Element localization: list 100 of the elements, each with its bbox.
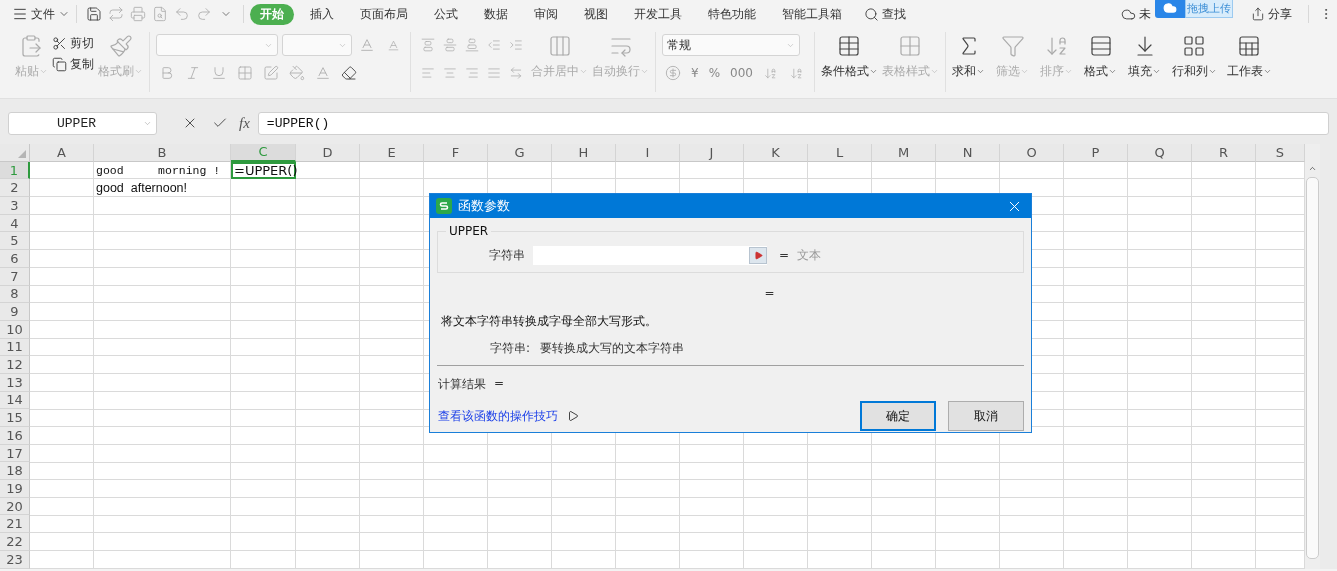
align-center-icon[interactable] (443, 66, 457, 80)
column-header[interactable]: Q (1128, 144, 1192, 162)
caret-icon (640, 67, 649, 76)
indent-increase-icon[interactable] (509, 38, 523, 52)
share-button[interactable]: 分享 (1251, 5, 1292, 23)
column-header[interactable]: S (1256, 144, 1305, 162)
font-name-field[interactable] (156, 34, 278, 56)
cut-button[interactable]: 剪切 (52, 36, 94, 51)
column-header[interactable]: G (488, 144, 552, 162)
distribute-icon[interactable] (509, 66, 523, 80)
cancel-button[interactable]: 取消 (948, 401, 1024, 431)
row-header[interactable]: 22 (0, 533, 30, 551)
justify-icon[interactable] (487, 66, 501, 80)
align-bottom-icon[interactable] (465, 38, 479, 52)
ribbon-tab[interactable]: 开发工具 (624, 3, 692, 25)
caret-icon (1108, 67, 1118, 76)
bold-icon[interactable] (159, 65, 175, 81)
fill-down-button[interactable]: 填充 (1127, 32, 1162, 79)
column-header[interactable]: O (1000, 144, 1064, 162)
row-header[interactable]: 19 (0, 480, 30, 498)
number-format-button[interactable]: ¥ (688, 66, 702, 80)
column-header[interactable]: N (936, 144, 1000, 162)
row-header[interactable]: 21 (0, 515, 30, 534)
row-header[interactable]: 12 (0, 356, 30, 374)
preview-icon[interactable] (152, 6, 168, 22)
row-header[interactable]: 2 (0, 179, 30, 198)
ribbon-tab[interactable]: 智能工具箱 (772, 3, 852, 25)
ribbon-tab[interactable]: 视图 (574, 3, 618, 25)
undo-icon[interactable] (174, 6, 190, 22)
column-header[interactable]: D (296, 144, 360, 162)
ribbon-tab[interactable]: 插入 (300, 3, 344, 25)
range-picker-icon[interactable] (749, 246, 767, 264)
column-header[interactable]: J (680, 144, 744, 162)
row-header[interactable]: 6 (0, 250, 30, 268)
align-middle-icon[interactable] (443, 38, 457, 52)
row-header[interactable]: 18 (0, 462, 30, 481)
redo-icon[interactable] (196, 6, 212, 22)
fill-color-icon[interactable] (289, 65, 305, 81)
currency-icon[interactable] (665, 65, 681, 81)
row-header[interactable]: 3 (0, 197, 30, 215)
grid-button[interactable]: 行和列 (1171, 32, 1217, 79)
ribbon-tab[interactable]: 审阅 (524, 3, 568, 25)
ribbon-tab[interactable]: 数据 (474, 3, 518, 25)
tips-link[interactable]: 查看该函数的操作技巧 (438, 407, 558, 425)
align-top-icon[interactable] (421, 38, 435, 52)
print-icon[interactable] (130, 6, 146, 22)
row-header[interactable]: 9 (0, 303, 30, 321)
formula-field[interactable]: =UPPER() (257, 111, 1329, 135)
table-button[interactable]: 格式 (1083, 32, 1118, 79)
ribbon-tab[interactable]: 页面布局 (350, 3, 418, 25)
save-icon[interactable] (86, 6, 102, 22)
row-header[interactable]: 15 (0, 409, 30, 427)
border-icon[interactable] (237, 65, 253, 81)
font-color-icon[interactable] (315, 65, 331, 81)
conditional-format-button[interactable]: 条件格式 (820, 32, 878, 79)
ribbon-tab[interactable]: 特色功能 (698, 3, 766, 25)
argument-field[interactable] (533, 245, 767, 265)
column-header[interactable]: I (616, 144, 680, 162)
ok-button[interactable]: 确定 (860, 401, 936, 431)
font-grow-icon[interactable] (359, 37, 375, 53)
column-header[interactable]: K (744, 144, 808, 162)
italic-icon[interactable] (185, 65, 201, 81)
column-header[interactable]: A (30, 144, 94, 162)
edit-cell-icon[interactable] (263, 65, 279, 81)
align-left-icon[interactable] (421, 66, 435, 80)
row-header[interactable]: 16 (0, 427, 30, 445)
column-header[interactable]: E (360, 144, 424, 162)
caret-icon (1152, 67, 1162, 76)
select-all-corner[interactable] (0, 144, 30, 162)
number-format-button[interactable]: 000 (727, 66, 756, 80)
sheet-button[interactable]: 工作表 (1226, 32, 1272, 79)
font-size-field[interactable] (282, 34, 352, 56)
column-header[interactable]: P (1064, 144, 1128, 162)
cloud-icon[interactable] (1155, 0, 1185, 18)
column-header[interactable]: H (552, 144, 616, 162)
font-shrink-icon[interactable] (386, 38, 400, 52)
insert-function-button[interactable]: fx (239, 114, 250, 132)
indent-decrease-icon[interactable] (487, 38, 501, 52)
file-menu[interactable]: 文件 (12, 5, 70, 23)
copy-button[interactable]: 复制 (52, 57, 94, 72)
column-header[interactable]: L (808, 144, 872, 162)
video-icon[interactable] (567, 410, 579, 422)
argument-label: 字符串 (489, 246, 525, 264)
column-header[interactable]: B (94, 144, 231, 162)
column-header[interactable]: F (424, 144, 488, 162)
align-right-icon[interactable] (465, 66, 479, 80)
repeat-icon[interactable] (108, 6, 124, 22)
sync-status[interactable]: 未 (1121, 5, 1151, 23)
row-header[interactable]: 5 (0, 232, 30, 251)
number-format-field[interactable]: 常规 (662, 34, 800, 56)
name-box[interactable]: UPPER (8, 111, 157, 135)
underline-icon[interactable] (211, 65, 227, 81)
column-header[interactable]: M (872, 144, 936, 162)
number-format-button[interactable]: % (705, 66, 724, 80)
column-header[interactable]: R (1192, 144, 1256, 162)
sigma-button[interactable]: 求和 (951, 32, 986, 79)
eraser-icon[interactable] (341, 65, 357, 81)
ribbon-tab[interactable]: 公式 (424, 3, 468, 25)
function-description: 将文本字符串转换成字母全部大写形式。 (440, 313, 658, 330)
search-button[interactable]: 查找 (864, 5, 906, 23)
